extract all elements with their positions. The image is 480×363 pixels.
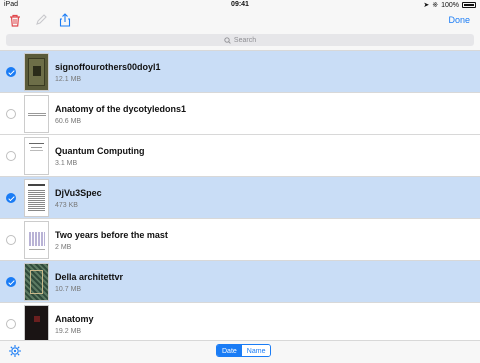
- document-thumbnail: [24, 53, 49, 91]
- document-thumbnail: [24, 305, 49, 340]
- document-thumbnail: [24, 95, 49, 133]
- document-thumbnail: [24, 179, 49, 217]
- file-size: 10.7 MB: [55, 286, 82, 293]
- document-thumbnail: [24, 263, 49, 301]
- status-right: ➤ ※ 100%: [423, 1, 476, 9]
- document-thumbnail: [24, 221, 49, 259]
- location-icon: ➤: [423, 2, 430, 9]
- pencil-icon[interactable]: [34, 13, 48, 27]
- list-item[interactable]: Anatomy of the dycotyledons1 60.6 MB: [0, 93, 480, 135]
- search-placeholder: Search: [233, 36, 257, 44]
- clock: 09:41: [231, 1, 249, 8]
- search-input[interactable]: Search: [6, 34, 474, 46]
- selection-checkbox[interactable]: [6, 235, 16, 245]
- sort-date-button[interactable]: Date: [217, 345, 242, 356]
- list-item[interactable]: Anatomy 19.2 MB: [0, 303, 480, 340]
- sort-name-button[interactable]: Name: [241, 345, 271, 356]
- file-size: 2 MB: [55, 244, 72, 251]
- list-item[interactable]: signoffourothers00doyl1 12.1 MB: [0, 51, 480, 93]
- selection-checkbox[interactable]: [6, 277, 16, 287]
- file-title: Anatomy: [55, 314, 94, 324]
- file-size: 60.6 MB: [55, 118, 82, 125]
- selection-checkbox[interactable]: [6, 67, 16, 77]
- gear-icon[interactable]: [8, 344, 22, 358]
- file-list: signoffourothers00doyl1 12.1 MB Anatomy …: [0, 50, 480, 340]
- bottom-bar: Date Name: [0, 340, 480, 360]
- document-thumbnail: [24, 137, 49, 175]
- battery-icon: [462, 2, 476, 8]
- file-title: signoffourothers00doyl1: [55, 62, 161, 72]
- share-icon[interactable]: [58, 13, 72, 27]
- search-bar: Search: [0, 32, 480, 50]
- battery-percent: 100%: [441, 1, 459, 9]
- done-button[interactable]: Done: [448, 15, 470, 25]
- file-title: DjVu3Spec: [55, 188, 102, 198]
- file-size: 3.1 MB: [55, 160, 78, 167]
- bluetooth-icon: ※: [432, 2, 439, 9]
- list-item[interactable]: DjVu3Spec 473 KB: [0, 177, 480, 219]
- status-bar: iPad 09:41 ➤ ※ 100%: [0, 0, 480, 10]
- trash-icon[interactable]: [8, 13, 22, 27]
- selection-checkbox[interactable]: [6, 109, 16, 119]
- sort-segmented-control: Date Name: [216, 344, 272, 357]
- list-item[interactable]: Two years before the mast 2 MB: [0, 219, 480, 261]
- file-title: Two years before the mast: [55, 230, 168, 240]
- file-title: Anatomy of the dycotyledons1: [55, 104, 187, 114]
- file-size: 19.2 MB: [55, 328, 82, 335]
- file-size: 12.1 MB: [55, 76, 82, 83]
- list-item[interactable]: Quantum Computing 3.1 MB: [0, 135, 480, 177]
- list-item[interactable]: Della architettvr 10.7 MB: [0, 261, 480, 303]
- search-icon: [224, 36, 231, 44]
- toolbar: Done: [0, 10, 480, 32]
- selection-checkbox[interactable]: [6, 151, 16, 161]
- file-title: Quantum Computing: [55, 146, 145, 156]
- file-size: 473 KB: [55, 202, 78, 209]
- file-title: Della architettvr: [55, 272, 124, 282]
- selection-checkbox[interactable]: [6, 193, 16, 203]
- selection-checkbox[interactable]: [6, 319, 16, 329]
